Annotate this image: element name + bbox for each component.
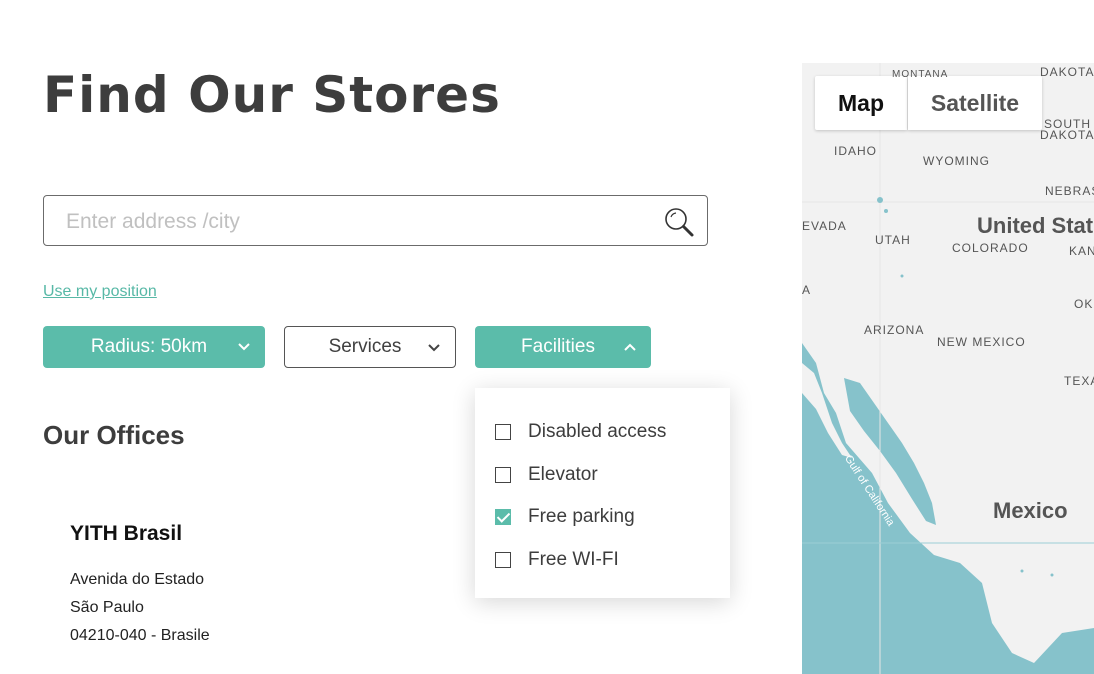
map-label-colorado: COLORADO [952, 241, 1029, 255]
checkbox[interactable] [495, 424, 511, 440]
map-tab-satellite[interactable]: Satellite [908, 76, 1042, 130]
map-label-south-dakota: DAKOTA [1040, 128, 1094, 142]
radius-filter-button[interactable]: Radius: 50km [43, 326, 265, 368]
facility-option-free-wifi[interactable]: Free WI-FI [495, 548, 619, 572]
map-label-nevada: EVADA [802, 219, 847, 233]
facility-option-label: Disabled access [528, 421, 667, 442]
map-label-kansas: KAN [1069, 244, 1094, 258]
map-label-nebraska: NEBRAS [1045, 184, 1094, 198]
chevron-down-icon [238, 343, 250, 351]
map-label-utah: UTAH [875, 233, 911, 247]
chevron-down-icon [428, 344, 440, 352]
map-label-arizona-partial: A [802, 283, 812, 297]
search-input[interactable] [64, 196, 668, 247]
store-map[interactable]: Map Satellite MONTANA DAKOTA SOUTH DAKOT… [802, 63, 1094, 674]
map-label-idaho: IDAHO [834, 144, 878, 158]
offices-title: Our Offices [43, 420, 185, 450]
facilities-filter-button[interactable]: Facilities [475, 326, 651, 368]
checkbox[interactable] [495, 552, 511, 568]
page-title: Find Our Stores [43, 66, 501, 124]
use-my-position-link[interactable]: Use my position [43, 283, 157, 301]
checkbox-checked[interactable] [495, 509, 511, 525]
map-label-united-states: United Stat [977, 213, 1094, 238]
search-box[interactable] [43, 195, 708, 247]
services-filter-button[interactable]: Services [284, 326, 456, 368]
store-address-line: São Paulo [70, 599, 144, 616]
map-tab-map[interactable]: Map [815, 76, 907, 130]
chevron-up-icon [624, 343, 636, 351]
facilities-dropdown: Disabled access Elevator Free parking Fr… [475, 388, 730, 598]
facility-option-disabled-access[interactable]: Disabled access [495, 420, 666, 444]
radius-filter-label: Radius: 50km [90, 336, 208, 357]
facility-option-label: Elevator [528, 464, 598, 485]
map-label-montana: MONTANA [892, 69, 949, 80]
map-label-north-dakota: DAKOTA [1040, 65, 1094, 79]
services-filter-label: Services [328, 336, 402, 357]
map-label-wyoming: WYOMING [923, 154, 990, 168]
store-name[interactable]: YITH Brasil [70, 522, 182, 546]
checkbox[interactable] [495, 467, 511, 483]
map-label-new-mexico: NEW MEXICO [937, 335, 1026, 349]
map-label-oklahoma: OK [1074, 297, 1094, 311]
facilities-filter-label: Facilities [521, 336, 595, 357]
map-label-arizona: ARIZONA [864, 323, 925, 337]
search-icon[interactable] [663, 206, 695, 238]
store-address-line: 04210-040 - Brasile [70, 627, 210, 644]
map-label-texas: TEXA [1064, 374, 1094, 388]
store-address-line: Avenida do Estado [70, 571, 205, 588]
facility-option-free-parking[interactable]: Free parking [495, 505, 635, 529]
facility-option-label: Free parking [528, 506, 635, 527]
facility-option-label: Free WI-FI [528, 549, 619, 570]
map-label-mexico: Mexico [993, 498, 1068, 523]
facility-option-elevator[interactable]: Elevator [495, 463, 598, 487]
